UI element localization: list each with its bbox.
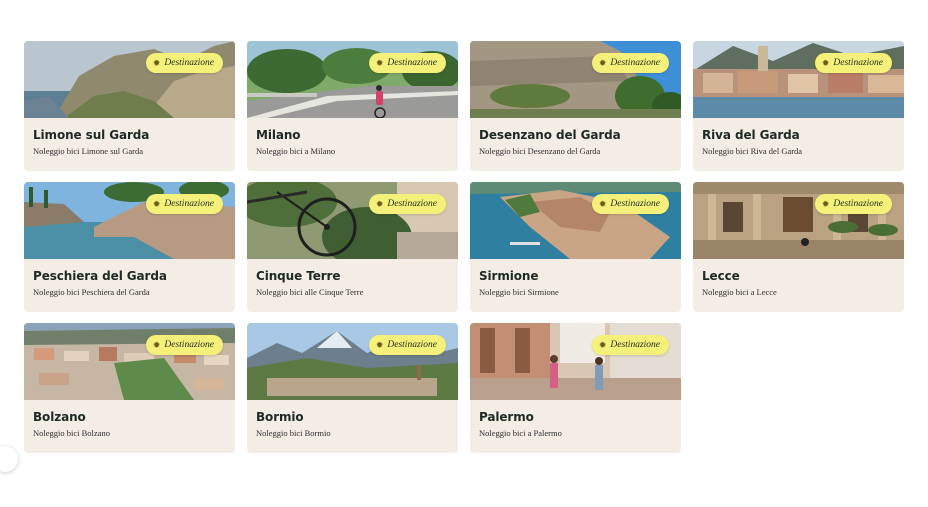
badge-label: Destinazione (610, 340, 660, 350)
card-subtitle: Noleggio bici Limone sul Garda (33, 146, 144, 156)
destination-card-lecce[interactable]: ✹ Destinazione Lecce Noleggio bici a Lec… (693, 182, 904, 312)
destination-image: ✹ Destinazione (247, 323, 458, 400)
card-title: Sirmione (479, 269, 539, 283)
card-title: Cinque Terre (256, 269, 341, 283)
destination-image: ✹ Destinazione (470, 182, 681, 259)
destination-badge: ✹ Destinazione (145, 194, 223, 214)
destination-image: ✹ Destinazione (24, 182, 235, 259)
destination-badge: ✹ Destinazione (145, 335, 223, 355)
destination-card-palermo[interactable]: ✹ Destinazione Palermo Noleggio bici a P… (470, 323, 681, 453)
card-subtitle: Noleggio bici Bormio (256, 428, 331, 438)
destination-badge: ✹ Destinazione (814, 194, 892, 214)
card-title: Milano (256, 128, 301, 142)
card-subtitle: Noleggio bici a Lecce (702, 287, 777, 297)
destination-badge: ✹ Destinazione (368, 335, 446, 355)
destination-card-desenzano[interactable]: ✹ Destinazione Desenzano del Garda Noleg… (470, 41, 681, 171)
card-title: Riva del Garda (702, 128, 800, 142)
sun-icon: ✹ (598, 339, 607, 350)
badge-label: Destinazione (610, 58, 660, 68)
sun-icon: ✹ (598, 57, 607, 68)
destination-image: ✹ Destinazione (247, 41, 458, 118)
destination-badge: ✹ Destinazione (591, 53, 669, 73)
floating-side-button[interactable] (0, 446, 18, 472)
sun-icon: ✹ (152, 57, 161, 68)
destination-image: ✹ Destinazione (693, 182, 904, 259)
destination-image: ✹ Destinazione (24, 41, 235, 118)
destination-card-riva[interactable]: ✹ Destinazione Riva del Garda Noleggio b… (693, 41, 904, 171)
card-title: Bormio (256, 410, 304, 424)
badge-label: Destinazione (610, 199, 660, 209)
card-subtitle: Noleggio bici Peschiera del Garda (33, 287, 150, 297)
badge-label: Destinazione (833, 58, 883, 68)
destination-badge: ✹ Destinazione (591, 194, 669, 214)
card-subtitle: Noleggio bici alle Cinque Terre (256, 287, 364, 297)
card-subtitle: Noleggio bici Bolzano (33, 428, 110, 438)
badge-label: Destinazione (387, 340, 437, 350)
sun-icon: ✹ (821, 57, 830, 68)
card-subtitle: Noleggio bici Sirmione (479, 287, 559, 297)
card-title: Desenzano del Garda (479, 128, 621, 142)
card-subtitle: Noleggio bici a Palermo (479, 428, 562, 438)
card-title: Peschiera del Garda (33, 269, 167, 283)
sun-icon: ✹ (821, 198, 830, 209)
sun-icon: ✹ (598, 198, 607, 209)
card-title: Palermo (479, 410, 534, 424)
destination-card-sirmione[interactable]: ✹ Destinazione Sirmione Noleggio bici Si… (470, 182, 681, 312)
badge-label: Destinazione (387, 58, 437, 68)
destination-image: ✹ Destinazione (24, 323, 235, 400)
destination-image: ✹ Destinazione (470, 41, 681, 118)
badge-label: Destinazione (833, 199, 883, 209)
destination-badge: ✹ Destinazione (591, 335, 669, 355)
badge-label: Destinazione (164, 340, 214, 350)
destination-image: ✹ Destinazione (247, 182, 458, 259)
sun-icon: ✹ (375, 339, 384, 350)
destination-badge: ✹ Destinazione (368, 53, 446, 73)
destination-badge: ✹ Destinazione (145, 53, 223, 73)
badge-label: Destinazione (387, 199, 437, 209)
sun-icon: ✹ (375, 198, 384, 209)
sun-icon: ✹ (375, 57, 384, 68)
destination-image: ✹ Destinazione (470, 323, 681, 400)
card-subtitle: Noleggio bici Riva del Garda (702, 146, 803, 156)
destination-card-cinque-terre[interactable]: ✹ Destinazione Cinque Terre Noleggio bic… (247, 182, 458, 312)
destination-card-bolzano[interactable]: ✹ Destinazione Bolzano Noleggio bici Bol… (24, 323, 235, 453)
destination-image: ✹ Destinazione (693, 41, 904, 118)
destination-badge: ✹ Destinazione (368, 194, 446, 214)
destination-card-limone[interactable]: ✹ Destinazione Limone sul Garda Noleggio… (24, 41, 235, 171)
sun-icon: ✹ (152, 339, 161, 350)
card-title: Limone sul Garda (33, 128, 150, 142)
badge-label: Destinazione (164, 58, 214, 68)
destination-badge: ✹ Destinazione (814, 53, 892, 73)
card-title: Lecce (702, 269, 740, 283)
badge-label: Destinazione (164, 199, 214, 209)
destination-grid: ✹ Destinazione Limone sul Garda Noleggio… (24, 41, 904, 453)
destination-card-milano[interactable]: ✹ Destinazione Milano Noleggio bici a Mi… (247, 41, 458, 171)
destination-card-peschiera[interactable]: ✹ Destinazione Peschiera del Garda Noleg… (24, 182, 235, 312)
destination-card-bormio[interactable]: ✹ Destinazione Bormio Noleggio bici Borm… (247, 323, 458, 453)
card-title: Bolzano (33, 410, 86, 424)
sun-icon: ✹ (152, 198, 161, 209)
card-subtitle: Noleggio bici a Milano (256, 146, 336, 156)
card-subtitle: Noleggio bici Desenzano del Garda (479, 146, 601, 156)
